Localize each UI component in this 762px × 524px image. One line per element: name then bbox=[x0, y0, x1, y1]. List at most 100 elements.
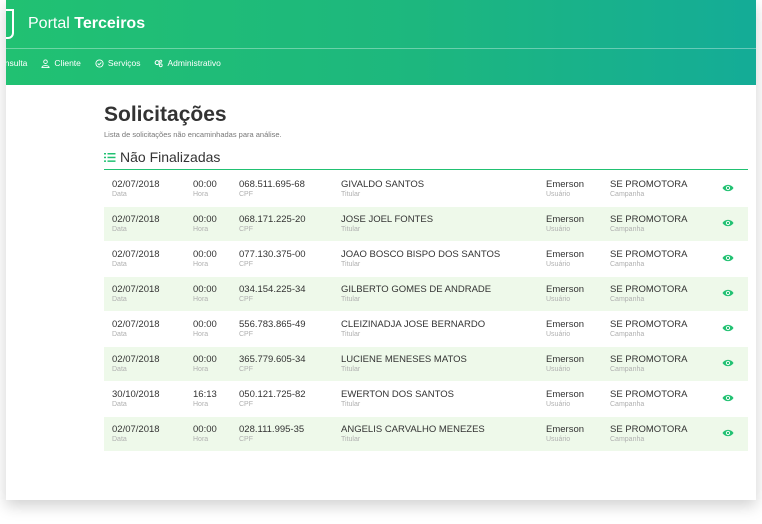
cell-campanha: SE PROMOTORA Campanha bbox=[610, 320, 687, 339]
view-eye-icon[interactable] bbox=[722, 288, 734, 298]
cell-titular: GIVALDO SANTOS Titular bbox=[341, 180, 424, 199]
cell-hora-value: 00:00 bbox=[193, 214, 217, 225]
cell-cpf: 556.783.865-49 CPF bbox=[239, 320, 306, 339]
nav-item-cliente[interactable]: Cliente bbox=[41, 58, 81, 68]
cell-hora-value: 00:00 bbox=[193, 249, 217, 260]
cell-usuario: Emerson Usuário bbox=[546, 390, 584, 409]
cell-date: 02/07/2018 Data bbox=[112, 425, 160, 444]
cell-hora-label: Hora bbox=[193, 296, 209, 303]
table-row[interactable]: 02/07/2018 Data 00:00 Hora 068.171.225-20 CPF… bbox=[104, 207, 748, 242]
view-eye-icon[interactable] bbox=[722, 218, 734, 228]
cell-cpf: 068.511.695-68 CPF bbox=[239, 180, 305, 199]
cell-hora-label: Hora bbox=[193, 191, 209, 198]
nav-label-consulta: onsulta bbox=[6, 58, 28, 68]
section-header: Não Finalizadas bbox=[104, 149, 748, 165]
cell-titular: ANGELIS CARVALHO MENEZES Titular bbox=[341, 425, 485, 444]
cell-titular-value: ANGELIS CARVALHO MENEZES bbox=[341, 424, 485, 435]
view-eye-icon[interactable] bbox=[722, 393, 734, 403]
nav-label-servicos: Serviços bbox=[107, 58, 141, 68]
view-eye-icon[interactable] bbox=[722, 253, 734, 263]
view-eye-icon[interactable] bbox=[722, 428, 734, 438]
cell-cpf-label: CPF bbox=[239, 226, 253, 233]
cell-date-label: Data bbox=[112, 261, 127, 268]
nav-item-consulta[interactable]: onsulta bbox=[6, 58, 27, 68]
cell-hora-value: 00:00 bbox=[193, 424, 217, 435]
cell-campanha-label: Campanha bbox=[610, 191, 645, 198]
cell-date-label: Data bbox=[112, 436, 127, 443]
requests-list: 02/07/2018 Data 00:00 Hora 068.511.695-68 CPF… bbox=[104, 172, 748, 452]
cell-titular-label: Titular bbox=[341, 226, 361, 233]
cell-cpf-value: 068.171.225-20 bbox=[239, 214, 306, 225]
cell-date: 02/07/2018 Data bbox=[112, 250, 160, 269]
cell-titular: JOSE JOEL FONTES Titular bbox=[341, 215, 433, 234]
cell-usuario-value: Emerson bbox=[546, 179, 585, 190]
cell-hora: 00:00 Hora bbox=[193, 355, 217, 374]
table-row[interactable]: 02/07/2018 Data 00:00 Hora 028.111.995-35 CPF… bbox=[104, 417, 748, 452]
cell-hora-label: Hora bbox=[193, 401, 209, 408]
cell-hora: 00:00 Hora bbox=[193, 215, 217, 234]
brand-prefix: Portal bbox=[28, 15, 70, 32]
table-row[interactable]: 02/07/2018 Data 00:00 Hora 034.154.225-34 CPF… bbox=[104, 277, 748, 312]
brand-title: Portal Terceiros bbox=[28, 15, 145, 33]
cell-usuario: Emerson Usuário bbox=[546, 355, 584, 374]
cell-titular-value: EWERTON DOS SANTOS bbox=[341, 389, 454, 400]
cell-cpf-value: 556.783.865-49 bbox=[239, 319, 306, 330]
cell-usuario: Emerson Usuário bbox=[546, 425, 584, 444]
cell-date-value: 30/10/2018 bbox=[112, 389, 160, 400]
cell-date-label: Data bbox=[112, 191, 127, 198]
cell-campanha: SE PROMOTORA Campanha bbox=[610, 425, 687, 444]
cell-date-label: Data bbox=[112, 226, 127, 233]
nav-item-servicos[interactable]: Serviços bbox=[95, 58, 141, 68]
cell-campanha-label: Campanha bbox=[610, 331, 645, 338]
table-row[interactable]: 02/07/2018 Data 00:00 Hora 556.783.865-49 CPF… bbox=[104, 312, 748, 347]
page-title: Solicitações bbox=[104, 103, 227, 126]
cell-cpf: 365.779.605-34 CPF bbox=[239, 355, 306, 374]
table-row[interactable]: 30/10/2018 Data 16:13 Hora 050.121.725-82 CPF… bbox=[104, 382, 748, 417]
cell-hora-value: 00:00 bbox=[193, 179, 217, 190]
cell-date: 02/07/2018 Data bbox=[112, 355, 160, 374]
cell-date-value: 02/07/2018 bbox=[112, 284, 160, 295]
cell-titular-value: GIVALDO SANTOS bbox=[341, 179, 425, 190]
table-row[interactable]: 02/07/2018 Data 00:00 Hora 077.130.375-00 CPF… bbox=[104, 242, 748, 277]
cell-campanha-value: SE PROMOTORA bbox=[610, 284, 688, 295]
cell-hora: 00:00 Hora bbox=[193, 320, 217, 339]
cell-campanha-value: SE PROMOTORA bbox=[610, 179, 688, 190]
cell-usuario-label: Usuário bbox=[546, 331, 571, 338]
table-row[interactable]: 02/07/2018 Data 00:00 Hora 068.511.695-68 CPF… bbox=[104, 172, 748, 207]
cell-campanha-value: SE PROMOTORA bbox=[610, 319, 688, 330]
view-eye-icon[interactable] bbox=[722, 358, 734, 368]
cell-usuario-value: Emerson bbox=[546, 424, 585, 435]
cell-hora-value: 00:00 bbox=[193, 284, 217, 295]
cell-cpf-label: CPF bbox=[239, 401, 253, 408]
cell-campanha: SE PROMOTORA Campanha bbox=[610, 355, 687, 374]
cell-titular-label: Titular bbox=[341, 191, 361, 198]
cell-hora: 16:13 Hora bbox=[193, 390, 217, 409]
cell-usuario-label: Usuário bbox=[546, 366, 571, 373]
cell-campanha: SE PROMOTORA Campanha bbox=[610, 250, 687, 269]
cell-titular-value: JOSE JOEL FONTES bbox=[341, 214, 434, 225]
header-divider bbox=[6, 48, 756, 49]
table-row[interactable]: 02/07/2018 Data 00:00 Hora 365.779.605-34 CPF… bbox=[104, 347, 748, 382]
list-icon bbox=[104, 152, 116, 162]
cell-titular-value: CLEIZINADJA JOSE BERNARDO bbox=[341, 319, 486, 330]
cell-campanha-value: SE PROMOTORA bbox=[610, 354, 688, 365]
main-content: Solicitações Lista de solicitações não e… bbox=[104, 103, 748, 452]
cell-usuario-label: Usuário bbox=[546, 436, 571, 443]
view-eye-icon[interactable] bbox=[722, 323, 734, 333]
cell-campanha: SE PROMOTORA Campanha bbox=[610, 285, 687, 304]
cell-campanha: SE PROMOTORA Campanha bbox=[610, 180, 687, 199]
cell-date-label: Data bbox=[112, 401, 127, 408]
cell-hora: 00:00 Hora bbox=[193, 285, 217, 304]
cell-date-label: Data bbox=[112, 366, 127, 373]
cell-cpf: 068.171.225-20 CPF bbox=[239, 215, 306, 234]
nav-item-administrativo[interactable]: Administrativo bbox=[154, 58, 221, 68]
cell-titular: EWERTON DOS SANTOS Titular bbox=[341, 390, 454, 409]
brand-bold: Terceiros bbox=[74, 15, 146, 32]
cell-titular: CLEIZINADJA JOSE BERNARDO Titular bbox=[341, 320, 485, 339]
cell-date-value: 02/07/2018 bbox=[112, 249, 160, 260]
cell-hora: 00:00 Hora bbox=[193, 180, 217, 199]
section-title: Não Finalizadas bbox=[120, 149, 221, 165]
cell-cpf-label: CPF bbox=[239, 191, 253, 198]
view-eye-icon[interactable] bbox=[722, 183, 734, 193]
brand[interactable]: Portal Terceiros bbox=[6, 0, 145, 48]
